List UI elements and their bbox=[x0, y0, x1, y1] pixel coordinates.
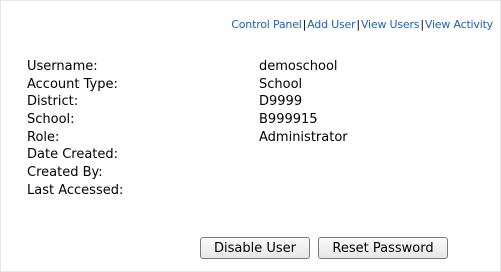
username-value: demoschool bbox=[259, 59, 338, 74]
account-type-label: Account Type: bbox=[27, 76, 118, 92]
nav-link-control-panel[interactable]: Control Panel bbox=[231, 18, 302, 31]
user-detail-panel: Control Panel|Add User|View Users|View A… bbox=[0, 0, 501, 272]
disable-user-button[interactable]: Disable User bbox=[200, 237, 310, 259]
user-actions: Disable User Reset Password bbox=[200, 237, 448, 259]
school-value: B999915 bbox=[259, 112, 318, 128]
date-created-label: Date Created: bbox=[27, 147, 119, 163]
nav-link-view-users[interactable]: View Users bbox=[361, 18, 420, 31]
nav-link-view-activity[interactable]: View Activity bbox=[425, 18, 493, 31]
username-label: Username: bbox=[27, 59, 98, 74]
school-label: School: bbox=[27, 112, 75, 128]
created-by-label: Created By: bbox=[27, 165, 103, 181]
role-value: Administrator bbox=[259, 129, 348, 145]
district-label: District: bbox=[27, 94, 79, 110]
nav-link-add-user[interactable]: Add User bbox=[307, 18, 355, 31]
last-accessed-label: Last Accessed: bbox=[27, 182, 124, 198]
reset-password-button[interactable]: Reset Password bbox=[318, 237, 448, 259]
account-type-value: School bbox=[259, 76, 303, 92]
district-value: D9999 bbox=[259, 94, 303, 110]
role-label: Role: bbox=[27, 129, 60, 145]
admin-nav: Control Panel|Add User|View Users|View A… bbox=[231, 18, 493, 31]
